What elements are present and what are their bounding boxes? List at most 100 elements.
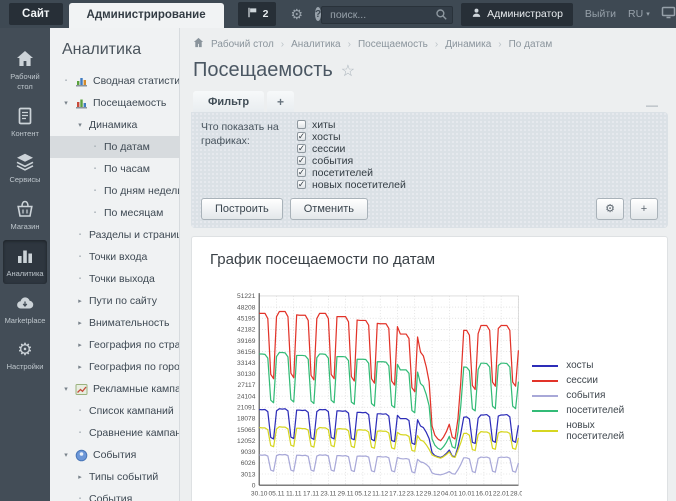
- filter-settings-button[interactable]: ⚙: [596, 198, 624, 220]
- sidebar-item-label: Разделы и страницы: [89, 229, 180, 241]
- sidebar-item-po-dnyam-nedeli[interactable]: ▪ По дням недели: [50, 180, 179, 202]
- svg-text:11.12: 11.12: [372, 491, 388, 498]
- main-content: Рабочий стол›Аналитика›Посещаемость›Дина…: [181, 28, 676, 501]
- filter-add-button[interactable]: +: [630, 198, 658, 220]
- user-icon: [471, 7, 482, 22]
- breadcrumb-item[interactable]: Динамика: [445, 39, 491, 50]
- rail-item-content[interactable]: Контент: [3, 100, 47, 144]
- svg-text:48208: 48208: [237, 304, 256, 311]
- breadcrumb-item[interactable]: Рабочий стол: [211, 39, 274, 50]
- sidebar-item-po-mesyatsam[interactable]: ▪ По месяцам: [50, 202, 179, 224]
- svg-text:33143: 33143: [237, 360, 256, 367]
- sidebar-item-tochki-vyhoda[interactable]: ▪ Точки выхода: [50, 268, 179, 290]
- svg-text:12052: 12052: [237, 438, 256, 445]
- sidebar-item-reklamnye-kampanii[interactable]: ▾ Рекламные кампании: [50, 378, 179, 400]
- svg-text:15065: 15065: [237, 427, 256, 434]
- bullet-icon: ▪: [91, 188, 99, 194]
- sidebar-item-vnimatelnost[interactable]: ▸ Внимательность: [50, 312, 179, 334]
- filter-checkbox-novyh-posetiteley[interactable]: ✓ новых посетителей: [297, 179, 406, 190]
- rail-item-settings[interactable]: ⚙ Настройки: [3, 333, 47, 377]
- build-button[interactable]: Построить: [201, 198, 283, 220]
- notifications-count: 2: [263, 8, 269, 20]
- svg-text:39169: 39169: [237, 338, 256, 345]
- filter-tabs: Фильтр + —: [191, 91, 668, 112]
- rail-item-label: Настройки: [7, 362, 44, 372]
- checkbox-label: посетителей: [312, 167, 373, 179]
- admin-tab[interactable]: Администрирование: [69, 3, 224, 28]
- legend-swatch: [532, 380, 558, 382]
- cancel-button[interactable]: Отменить: [290, 198, 368, 220]
- sidebar-item-poseshchaemost[interactable]: ▾ Посещаемость: [50, 92, 179, 114]
- sidebar-item-puti-po-saytu[interactable]: ▸ Пути по сайту: [50, 290, 179, 312]
- svg-text:17.11: 17.11: [303, 491, 319, 498]
- notifications-button[interactable]: 2: [238, 2, 277, 26]
- basket-icon: [15, 199, 35, 219]
- filter-checkbox-hity[interactable]: хиты: [297, 119, 406, 130]
- bullet-icon: ▪: [91, 166, 99, 172]
- breadcrumb-item[interactable]: Аналитика: [291, 39, 341, 50]
- sidebar-item-po-chasam[interactable]: ▪ По часам: [50, 158, 179, 180]
- sidebar-item-label: По дням недели: [104, 185, 180, 197]
- sidebar-item-tochki-vhoda[interactable]: ▪ Точки входа: [50, 246, 179, 268]
- collapse-filter-icon[interactable]: —: [646, 98, 658, 112]
- sidebar-item-razdely-i-stranitsy[interactable]: ▪ Разделы и страницы: [50, 224, 179, 246]
- sidebar-item-spisok-kampaniy[interactable]: ▪ Список кампаний: [50, 400, 179, 422]
- sidebar-item-geografiya-po-stranam[interactable]: ▸ География по странам: [50, 334, 179, 356]
- rail-item-services[interactable]: Сервисы: [3, 146, 47, 190]
- breadcrumb-item[interactable]: По датам: [509, 39, 553, 50]
- search-icon[interactable]: [435, 8, 448, 26]
- gear-icon[interactable]: ⚙: [290, 7, 303, 21]
- rail-item-desktop[interactable]: Рабочий стол: [3, 43, 47, 97]
- filter-checkbox-posetiteley[interactable]: ✓ посетителей: [297, 167, 406, 178]
- logout-link[interactable]: Выйти: [585, 8, 616, 20]
- add-filter-tab-button[interactable]: +: [267, 91, 294, 112]
- search-input[interactable]: [321, 6, 453, 24]
- sidebar-title: Аналитика: [50, 28, 179, 70]
- chart-legend: хосты сессии события посетителей новых п…: [532, 360, 649, 501]
- legend-swatch: [532, 410, 558, 412]
- sidebar-item-label: Пути по сайту: [89, 295, 157, 307]
- sidebar-item-label: По датам: [104, 141, 150, 153]
- rail-item-shop[interactable]: Магазин: [3, 193, 47, 237]
- breadcrumb-item[interactable]: Посещаемость: [358, 39, 428, 50]
- sidebar-item-svodnaya-statistika[interactable]: ▪ Сводная статистика: [50, 70, 179, 92]
- user-button[interactable]: Администратор: [461, 3, 573, 26]
- svg-text:51221: 51221: [237, 293, 256, 300]
- chevron-down-icon: ▾: [62, 99, 70, 107]
- gear-icon: ⚙: [605, 203, 615, 215]
- sidebar-item-tipy-sobytiy[interactable]: ▸ Типы событий: [50, 466, 179, 488]
- sidebar-item-dinamika[interactable]: ▾ Динамика: [50, 114, 179, 136]
- filter-actions: Построить Отменить ⚙ +: [201, 198, 658, 220]
- filter-checkbox-hosty[interactable]: ✓ хосты: [297, 131, 406, 142]
- legend-swatch: [532, 365, 558, 367]
- sidebar-item-sravnenie-kampaniy[interactable]: ▪ Сравнение кампаний: [50, 422, 179, 444]
- search-box: [321, 5, 453, 24]
- sidebar-item-label: Типы событий: [89, 471, 158, 483]
- legend-item: посетителей: [532, 405, 649, 416]
- breadcrumb: Рабочий стол›Аналитика›Посещаемость›Дина…: [191, 34, 668, 51]
- sidebar-item-geografiya-po-gorodam[interactable]: ▸ География по городам: [50, 356, 179, 378]
- sidebar-item-po-datam[interactable]: ▪ По датам: [50, 136, 179, 158]
- legend-swatch: [532, 395, 558, 397]
- language-switcher[interactable]: RU ▾: [628, 8, 650, 20]
- home-icon[interactable]: [193, 37, 204, 51]
- traffic-line-chart: 0301360269039120521506518078210912410427…: [210, 284, 522, 501]
- favorite-star-icon[interactable]: ☆: [341, 61, 355, 81]
- breadcrumb-separator: ›: [348, 39, 351, 50]
- sidebar-item-sobytiya[interactable]: ▾ События: [50, 444, 179, 466]
- chevron-right-icon: ▸: [76, 319, 84, 327]
- filter-checkbox-sobytiya[interactable]: ✓ события: [297, 155, 406, 166]
- rail-item-marketplace[interactable]: Marketplace: [3, 287, 47, 331]
- checkbox-icon: [297, 120, 306, 129]
- chart-title: График посещаемости по датам: [210, 251, 649, 268]
- rail-item-analytics[interactable]: Аналитика: [3, 240, 47, 284]
- monitor-icon[interactable]: [661, 5, 676, 24]
- legend-item: события: [532, 390, 649, 401]
- site-tab[interactable]: Сайт: [9, 3, 63, 25]
- svg-text:42182: 42182: [237, 327, 256, 334]
- sidebar-item-sobytiya-list[interactable]: ▪ События: [50, 488, 179, 501]
- filter-checkbox-sessii[interactable]: ✓ сессии: [297, 143, 406, 154]
- chevron-down-icon: ▾: [62, 451, 70, 459]
- checkbox-label: сессии: [312, 143, 345, 155]
- filter-tab[interactable]: Фильтр: [193, 91, 264, 112]
